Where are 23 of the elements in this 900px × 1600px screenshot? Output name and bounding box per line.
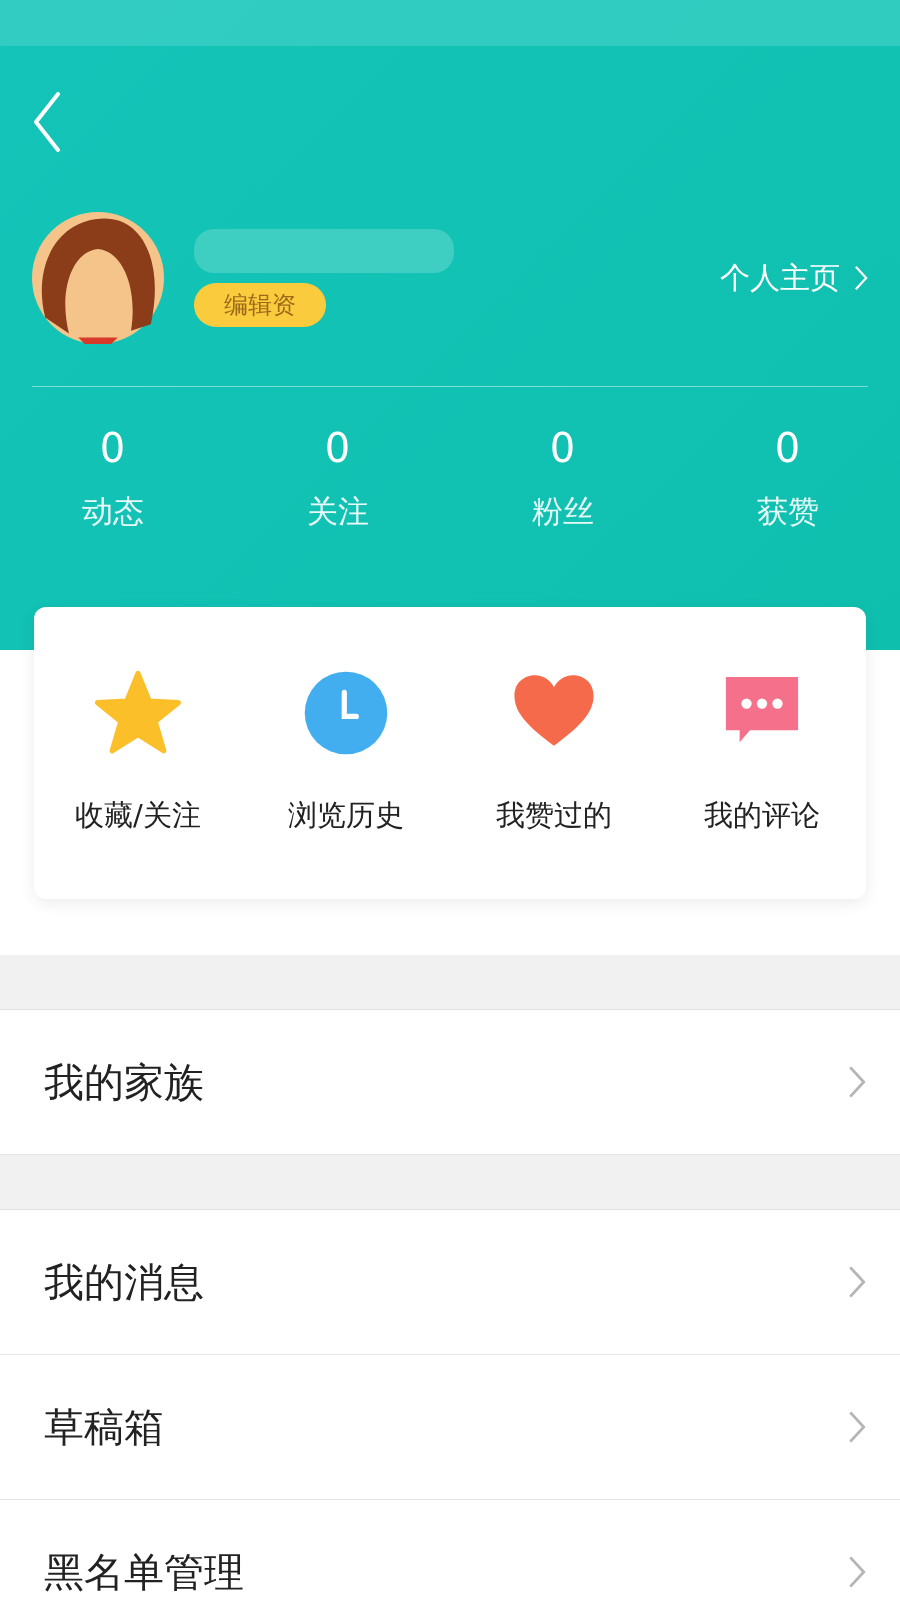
stat-count: 0 [324,425,351,471]
menu-label: 我的家族 [44,1057,204,1107]
shortcut-label[interactable]: 浏览历史 [288,796,404,836]
stat-count: 0 [549,425,576,471]
star-icon[interactable] [95,670,181,756]
menu-item[interactable]: 黑名单管理 [0,1500,900,1600]
menu-label: 草稿箱 [44,1402,164,1452]
chevron-right-icon [848,1555,866,1589]
chevron-right-icon [848,1065,866,1099]
back-icon[interactable] [32,92,62,152]
shortcut-label[interactable]: 我的评论 [704,796,820,836]
stat-count: 0 [774,425,801,471]
shortcut-label[interactable]: 收藏/关注 [75,796,201,836]
shortcut-label[interactable]: 我赞过的 [496,796,612,836]
stat-count: 0 [99,425,126,471]
chevron-right-icon [848,1410,866,1444]
menu-label: 我的消息 [44,1257,204,1307]
chevron-right-icon [848,1265,866,1299]
menu-label: 黑名单管理 [44,1547,244,1597]
menu-item[interactable]: 草稿箱 [0,1355,900,1500]
menu-item[interactable]: 我的消息 [0,1210,900,1355]
chevron-right-icon [854,265,868,291]
clock-icon[interactable] [303,670,389,756]
